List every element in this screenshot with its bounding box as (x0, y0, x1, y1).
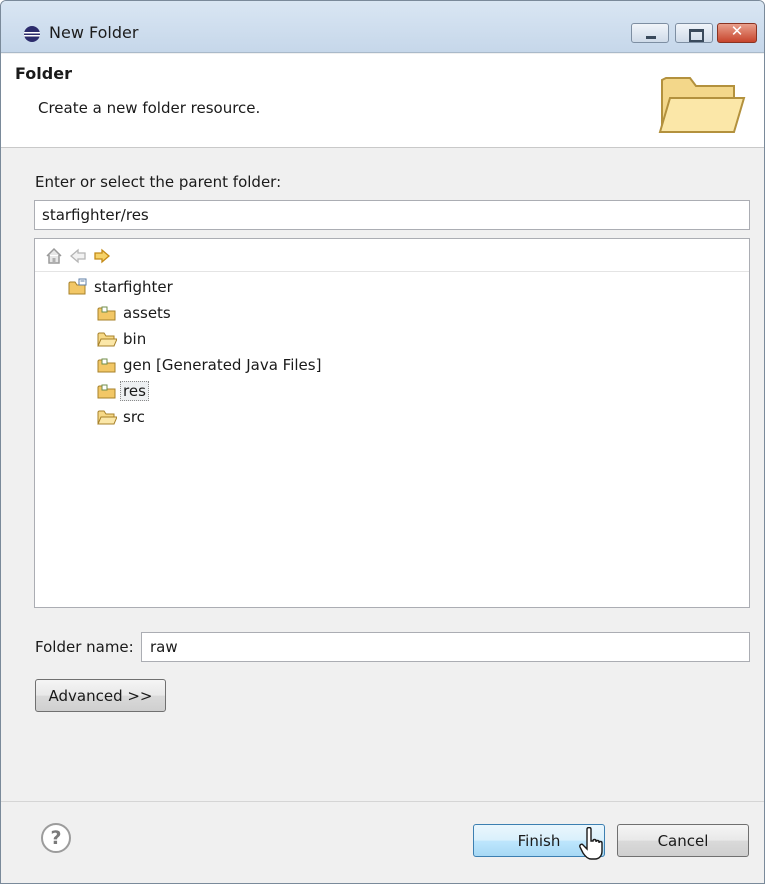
tree-item-label: bin (123, 330, 147, 348)
tree-item-bin[interactable]: bin (97, 327, 146, 351)
tree-item-label: starfighter (94, 278, 173, 296)
eclipse-icon (24, 26, 40, 42)
parent-folder-label: Enter or select the parent folder: (35, 173, 282, 191)
header-banner: Folder Create a new folder resource. (1, 54, 764, 148)
folder-icon (97, 410, 117, 425)
tree-item-label: gen [Generated Java Files] (123, 356, 322, 374)
close-icon: ✕ (730, 22, 744, 40)
source-folder-icon (97, 306, 116, 321)
folder-name-input[interactable] (141, 632, 750, 662)
tree-item-starfighter[interactable]: starfighter (68, 275, 173, 299)
tree-item-assets[interactable]: assets (97, 301, 171, 325)
tree-item-res[interactable]: res (97, 379, 149, 403)
forward-arrow-icon[interactable] (93, 247, 111, 265)
folder-banner-icon (658, 77, 746, 133)
home-icon[interactable] (45, 247, 63, 265)
project-folder-icon (68, 278, 87, 295)
help-icon[interactable]: ? (41, 823, 71, 853)
tree-item-gen[interactable]: gen [Generated Java Files] (97, 353, 321, 377)
folder-icon (97, 332, 117, 347)
advanced-button[interactable]: Advanced >> (35, 679, 166, 712)
window-title: New Folder (49, 23, 139, 42)
parent-folder-input[interactable] (34, 200, 750, 230)
source-folder-icon (97, 358, 116, 373)
source-folder-icon (97, 384, 116, 399)
folder-tree[interactable]: starfighter assets bin gen [Generated Ja… (34, 238, 750, 608)
page-description: Create a new folder resource. (38, 99, 261, 117)
title-bar[interactable]: New Folder ✕ (1, 1, 764, 53)
tree-toolbar (35, 239, 749, 272)
maximize-button[interactable] (675, 23, 713, 43)
mouse-pointer-icon (579, 827, 603, 860)
tree-item-label: res (120, 381, 149, 401)
close-button[interactable]: ✕ (717, 22, 757, 43)
tree-item-label: assets (123, 304, 171, 322)
back-arrow-icon[interactable] (69, 247, 87, 265)
tree-item-label: src (123, 408, 145, 426)
minimize-button[interactable] (631, 23, 669, 43)
tree-item-src[interactable]: src (97, 405, 145, 429)
page-title: Folder (15, 64, 72, 83)
folder-name-label: Folder name: (35, 638, 134, 656)
footer-divider (1, 801, 764, 802)
cancel-button[interactable]: Cancel (617, 824, 749, 857)
new-folder-dialog: New Folder ✕ Folder Create a new folder … (0, 0, 765, 884)
